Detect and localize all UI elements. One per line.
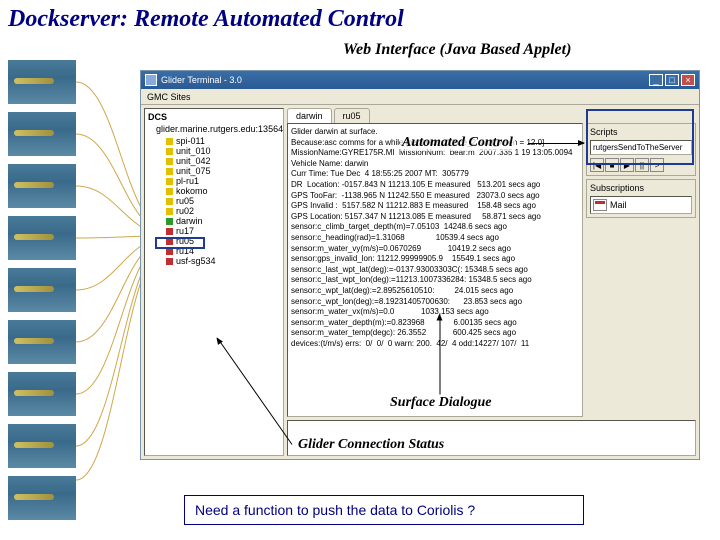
status-square-icon xyxy=(166,168,173,175)
maximize-button[interactable]: □ xyxy=(665,74,679,86)
tree-item-label: kokomo xyxy=(176,186,208,196)
close-button[interactable]: × xyxy=(681,74,695,86)
tree-item-label: ru02 xyxy=(176,206,194,216)
tree-item[interactable]: unit_042 xyxy=(166,156,280,166)
tree-item[interactable]: unit_010 xyxy=(166,146,280,156)
annot-status-box xyxy=(155,237,205,249)
window-title: Glider Terminal - 3.0 xyxy=(161,75,242,85)
status-square-icon xyxy=(166,218,173,225)
glider-thumb xyxy=(8,112,76,156)
tree-item-label: unit_010 xyxy=(176,146,211,156)
status-square-icon xyxy=(166,228,173,235)
app-icon xyxy=(145,74,157,86)
titlebar: Glider Terminal - 3.0 _ □ × xyxy=(141,71,699,89)
right-panel: Scripts rutgersSendToTheServer |◀ ■ ▶ ||… xyxy=(586,123,696,417)
glider-thumb xyxy=(8,476,76,520)
tree-item[interactable]: darwin xyxy=(166,216,280,226)
subs-title: Subscriptions xyxy=(590,183,692,193)
status-square-icon xyxy=(166,178,173,185)
status-square-icon xyxy=(166,198,173,205)
status-square-icon xyxy=(166,188,173,195)
status-square-icon xyxy=(166,258,173,265)
tree-item[interactable]: ru17 xyxy=(166,226,280,236)
tree-item[interactable]: ru05 xyxy=(166,196,280,206)
footer-note: Need a function to push the data to Cori… xyxy=(184,495,584,525)
glider-thumb xyxy=(8,372,76,416)
callout-automated: Automated Control xyxy=(400,135,515,151)
tree-item-label: ru05 xyxy=(176,196,194,206)
thumbnail-column xyxy=(8,60,76,528)
tree-item-label: unit_075 xyxy=(176,166,211,176)
slide-title: Dockserver: Remote Automated Control xyxy=(0,0,720,39)
tree-item[interactable]: ru02 xyxy=(166,206,280,216)
tree-item[interactable]: kokomo xyxy=(166,186,280,196)
menubar: GMC Sites xyxy=(141,89,699,105)
status-square-icon xyxy=(166,138,173,145)
tree-item[interactable]: usf-sg534 xyxy=(166,256,280,266)
glider-thumb xyxy=(8,164,76,208)
tree-item-label: ru17 xyxy=(176,226,194,236)
tree-item-label: usf-sg534 xyxy=(176,256,216,266)
minimize-button[interactable]: _ xyxy=(649,74,663,86)
glider-thumb xyxy=(8,424,76,468)
callout-status: Glider Connection Status xyxy=(296,437,446,453)
tree-item-label: pl-ru1 xyxy=(176,176,199,186)
log-panel[interactable]: Glider darwin at surface. Because:asc co… xyxy=(287,123,583,417)
tree-item[interactable]: spi-011 xyxy=(166,136,280,146)
status-square-icon xyxy=(166,208,173,215)
menu-item[interactable]: GMC Sites xyxy=(147,92,191,102)
tree-item[interactable]: pl-ru1 xyxy=(166,176,280,186)
tree-item-label: darwin xyxy=(176,216,203,226)
tab-ru05[interactable]: ru05 xyxy=(334,108,370,123)
slide-subtitle: Web Interface (Java Based Applet) xyxy=(343,41,571,59)
status-square-icon xyxy=(166,148,173,155)
glider-thumb xyxy=(8,268,76,312)
annot-scripts-box xyxy=(586,109,694,165)
subscriptions-panel: Subscriptions Mail xyxy=(586,179,696,218)
callout-surface: Surface Dialogue xyxy=(388,395,494,411)
tree-item-label: unit_042 xyxy=(176,156,211,166)
tree-server[interactable]: glider.marine.rutgers.edu:13564 xyxy=(156,124,280,134)
tree-item-label: spi-011 xyxy=(176,136,205,146)
glider-thumb xyxy=(8,216,76,260)
arrow-automated xyxy=(528,143,584,144)
glider-thumb xyxy=(8,60,76,104)
tree-item[interactable]: unit_075 xyxy=(166,166,280,176)
tree-root[interactable]: DCS xyxy=(148,112,280,122)
status-square-icon xyxy=(166,158,173,165)
arrow-surface xyxy=(440,315,441,395)
sub-item[interactable]: Mail xyxy=(590,196,692,214)
sub-label: Mail xyxy=(610,200,627,210)
tab-darwin[interactable]: darwin xyxy=(287,108,332,123)
glider-thumb xyxy=(8,320,76,364)
mail-icon xyxy=(593,199,607,211)
